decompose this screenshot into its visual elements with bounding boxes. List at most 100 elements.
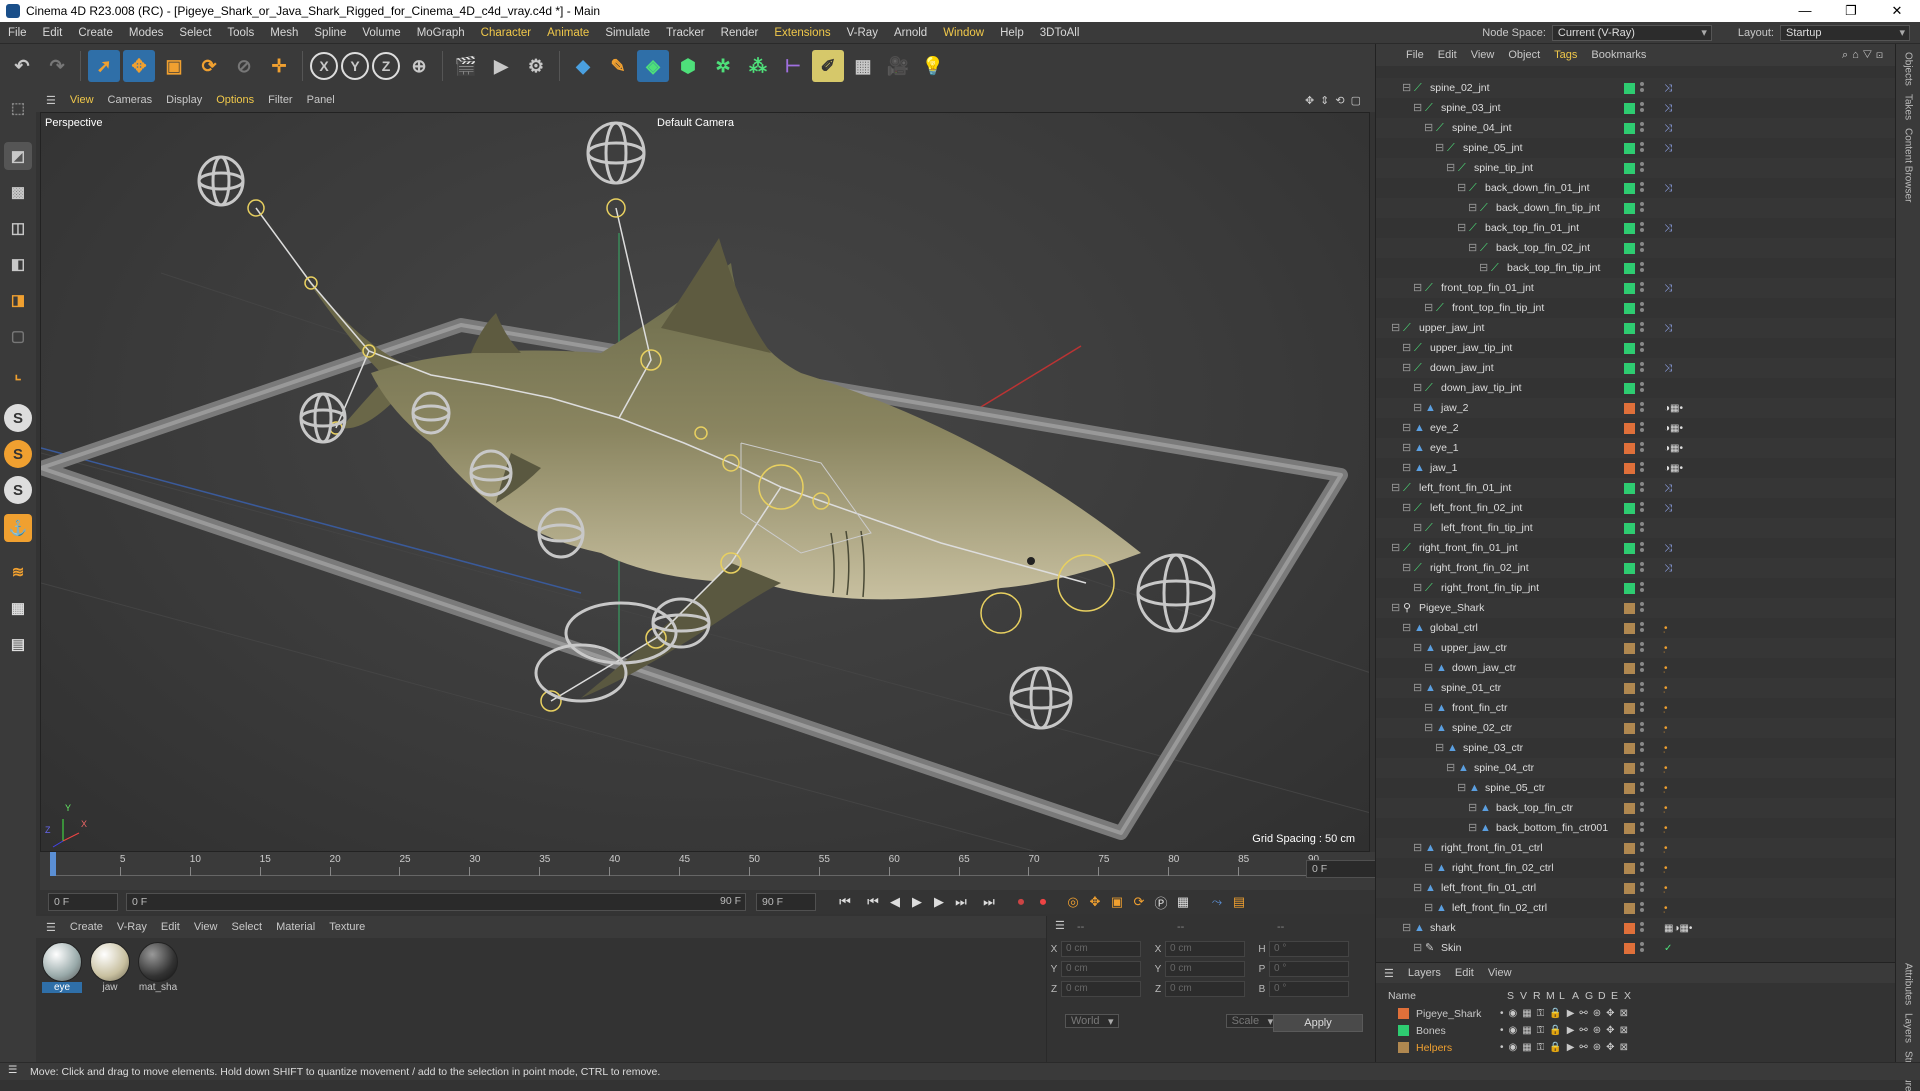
object-menu-object[interactable]: Object [1508, 49, 1540, 61]
ik-tag-icon[interactable]: ⤨ [1664, 123, 1672, 134]
object-row[interactable]: ⊟ ▲ eye_2 ◑▦• [1376, 418, 1896, 438]
layer-color-swatch[interactable] [1624, 142, 1635, 154]
scale-dropdown[interactable]: Scale [1225, 1014, 1279, 1028]
visibility-dots[interactable] [1640, 822, 1644, 834]
visibility-dots[interactable] [1640, 422, 1644, 434]
layer-color-swatch[interactable] [1624, 442, 1635, 454]
end-frame-field[interactable]: 90 F [756, 893, 816, 911]
scale-tool-icon[interactable]: ▣ [158, 50, 190, 82]
expand-toggle-icon[interactable]: ⊟ [1413, 882, 1425, 894]
object-row[interactable]: ⊟ ⟋ back_top_fin_tip_jnt [1376, 258, 1896, 278]
menu-character[interactable]: Character [473, 27, 540, 39]
layer-color-swatch[interactable] [1624, 262, 1635, 274]
material-menu-material[interactable]: Material [276, 921, 315, 933]
visibility-dots[interactable] [1640, 142, 1644, 154]
layer-column-d[interactable]: D [1598, 990, 1606, 1002]
visibility-dots[interactable] [1640, 262, 1644, 274]
expand-toggle-icon[interactable]: ⊟ [1391, 322, 1403, 334]
recent-tool-icon[interactable]: ⊘ [228, 50, 260, 82]
control-tag-icon[interactable]: •̣ [1664, 823, 1668, 834]
size-y-field[interactable]: 0 cm [1165, 961, 1245, 977]
keyframe-selection-icon[interactable]: ◎ [1062, 891, 1084, 913]
previous-key-icon[interactable]: ⏮ [862, 891, 884, 913]
material-tag-icon[interactable]: ◑▦• [1664, 423, 1683, 434]
ik-tag-icon[interactable]: ⤨ [1664, 543, 1672, 554]
layer-color-swatch[interactable] [1624, 362, 1635, 374]
viewport-menu-options[interactable]: Options [216, 94, 254, 106]
object-row[interactable]: ⊟ ⟋ left_front_fin_02_jnt ⤨ [1376, 498, 1896, 518]
check-icon[interactable]: ✓ [1664, 943, 1672, 954]
move-tool-icon[interactable]: ✥ [123, 50, 155, 82]
layer-toggle-icons[interactable]: •◉▦⚿🔒▶⚯⊛✥⊠ [1500, 1042, 1633, 1053]
layer-row[interactable]: Bones •◉▦⚿🔒▶⚯⊛✥⊠ [1376, 1022, 1896, 1039]
subdivision-icon[interactable]: ◈ [637, 50, 669, 82]
ik-tag-icon[interactable]: ⤨ [1664, 103, 1672, 114]
expand-toggle-icon[interactable]: ⊟ [1468, 202, 1480, 214]
expand-toggle-icon[interactable]: ⊟ [1413, 402, 1425, 414]
layer-color-swatch[interactable] [1624, 882, 1635, 894]
layer-menu-icon[interactable]: ☰ [1384, 967, 1394, 980]
expand-toggle-icon[interactable]: ⊟ [1402, 462, 1414, 474]
layer-color-swatch[interactable] [1624, 822, 1635, 834]
object-row[interactable]: ⊟ ▲ front_fin_ctr •̣ [1376, 698, 1896, 718]
layer-color-swatch[interactable] [1624, 122, 1635, 134]
viewport-menu-filter[interactable]: Filter [268, 94, 292, 106]
control-tag-icon[interactable]: •̣ [1664, 883, 1668, 894]
expand-toggle-icon[interactable]: ⊟ [1435, 142, 1447, 154]
locked-workplane-icon[interactable]: ▦ [4, 594, 32, 622]
current-frame-field[interactable]: 0 F [1306, 860, 1376, 878]
record-icon[interactable]: ⏺ [1010, 891, 1032, 913]
visibility-dots[interactable] [1640, 742, 1644, 754]
layer-color-swatch[interactable] [1624, 102, 1635, 114]
expand-toggle-icon[interactable]: ⊟ [1424, 722, 1436, 734]
floor-icon[interactable]: ▦ [847, 50, 879, 82]
timeline-window-icon[interactable]: ▤ [1228, 891, 1250, 913]
visibility-dots[interactable] [1640, 382, 1644, 394]
layer-color-swatch[interactable] [1624, 902, 1635, 914]
control-tag-icon[interactable]: •̣ [1664, 683, 1668, 694]
position-x-field[interactable]: 0 cm [1061, 941, 1141, 957]
object-row[interactable]: ⊟ ▲ right_front_fin_01_ctrl •̣ [1376, 838, 1896, 858]
visibility-dots[interactable] [1640, 542, 1644, 554]
light-icon[interactable]: 💡 [917, 50, 949, 82]
material-swatch[interactable]: jaw [90, 942, 130, 1000]
model-mode-icon[interactable]: ◩ [4, 142, 32, 170]
layer-color-swatch[interactable] [1624, 802, 1635, 814]
visibility-dots[interactable] [1640, 942, 1644, 954]
position-z-field[interactable]: 0 cm [1061, 981, 1141, 997]
menu-tools[interactable]: Tools [219, 27, 262, 39]
object-row[interactable]: ⊟ ⚲ Pigeye_Shark [1376, 598, 1896, 618]
key-rotation-icon[interactable]: ⟳ [1128, 891, 1150, 913]
material-menu-select[interactable]: Select [232, 921, 263, 933]
visibility-dots[interactable] [1640, 182, 1644, 194]
object-row[interactable]: ⊟ ▲ left_front_fin_02_ctrl •̣ [1376, 898, 1896, 918]
menu-animate[interactable]: Animate [539, 27, 597, 39]
material-tag-icon[interactable]: ◑▦• [1664, 403, 1683, 414]
object-row[interactable]: ⊟ ▲ spine_05_ctr •̣ [1376, 778, 1896, 798]
layer-color-swatch[interactable] [1624, 542, 1635, 554]
go-to-start-icon[interactable]: ⏮ [834, 891, 856, 913]
expand-toggle-icon[interactable]: ⊟ [1413, 522, 1425, 534]
edge-mode-icon[interactable]: ◧ [4, 250, 32, 278]
menu-mograph[interactable]: MoGraph [409, 27, 473, 39]
ik-tag-icon[interactable]: ⤨ [1664, 563, 1672, 574]
menu-spline[interactable]: Spline [306, 27, 354, 39]
control-tag-icon[interactable]: •̣ [1664, 743, 1668, 754]
material-menu-edit[interactable]: Edit [161, 921, 180, 933]
control-tag-icon[interactable]: •̣ [1664, 863, 1668, 874]
visibility-dots[interactable] [1640, 202, 1644, 214]
layer-color-swatch[interactable] [1624, 742, 1635, 754]
expand-toggle-icon[interactable]: ⊟ [1413, 942, 1425, 954]
visibility-dots[interactable] [1640, 862, 1644, 874]
object-row[interactable]: ⊟ ▲ left_front_fin_01_ctrl •̣ [1376, 878, 1896, 898]
maximize-button[interactable]: ❐ [1828, 3, 1874, 19]
visibility-dots[interactable] [1640, 282, 1644, 294]
expand-toggle-icon[interactable]: ⊟ [1402, 342, 1414, 354]
layer-row[interactable]: Pigeye_Shark •◉▦⚿🔒▶⚯⊛✥⊠ [1376, 1005, 1896, 1022]
field-icon[interactable]: ⁂ [742, 50, 774, 82]
menu-extensions[interactable]: Extensions [766, 27, 838, 39]
layer-color-swatch[interactable] [1624, 82, 1635, 94]
menu-render[interactable]: Render [713, 27, 767, 39]
side-tab-content-browser[interactable]: Content Browser [1903, 128, 1914, 202]
object-row[interactable]: ⊟ ▲ eye_1 ◑▦• [1376, 438, 1896, 458]
